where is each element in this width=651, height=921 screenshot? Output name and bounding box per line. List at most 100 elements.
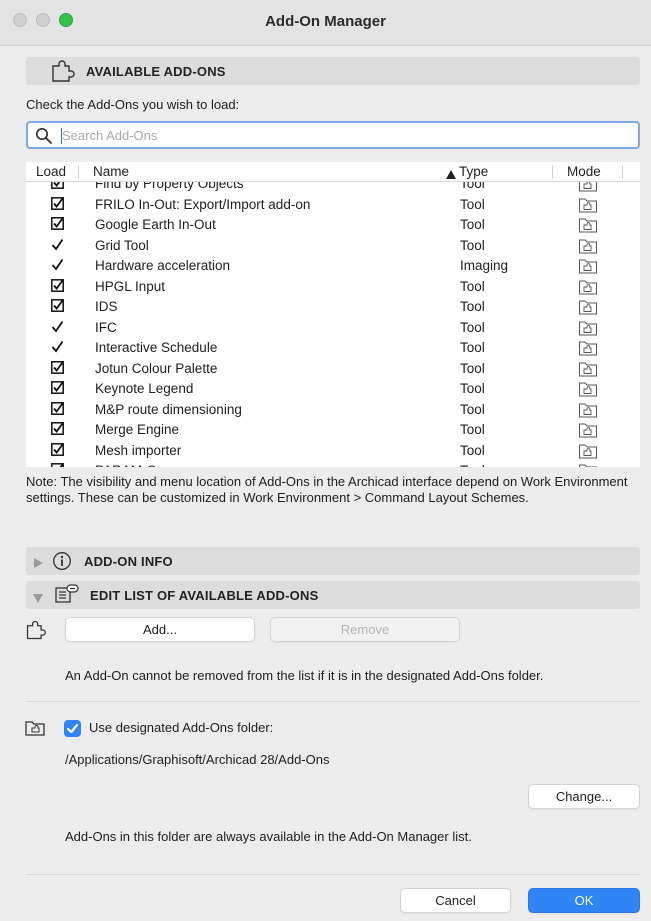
load-checkbox[interactable] xyxy=(51,422,64,439)
change-button[interactable]: Change... xyxy=(528,784,640,809)
table-row[interactable]: Hardware acceleration Imaging xyxy=(26,256,640,277)
addon-type: Tool xyxy=(460,422,485,437)
table-row[interactable]: Keynote Legend Tool xyxy=(26,379,640,400)
load-checkbox[interactable] xyxy=(51,401,64,419)
divider xyxy=(26,874,640,875)
remove-note: An Add-On cannot be removed from the lis… xyxy=(65,668,544,683)
search-input[interactable]: Search Add-Ons xyxy=(62,128,157,143)
add-button[interactable]: Add... xyxy=(65,617,255,642)
load-checkbox[interactable] xyxy=(51,278,64,296)
addon-name: Google Earth In-Out xyxy=(95,217,216,232)
edit-list-icon xyxy=(54,584,80,609)
checkmark-icon[interactable] xyxy=(51,340,64,357)
table-row[interactable]: Interactive Schedule Tool xyxy=(26,338,640,359)
edit-list-title: EDIT LIST OF AVAILABLE ADD-ONS xyxy=(90,588,319,603)
search-icon xyxy=(35,127,53,148)
addon-name: HPGL Input xyxy=(95,278,166,294)
table-row[interactable]: Jotun Colour Palette Tool xyxy=(26,359,640,380)
addon-info-title: ADD-ON INFO xyxy=(84,554,173,569)
addon-name: Keynote Legend xyxy=(95,381,194,396)
window-title: Add-On Manager xyxy=(265,13,386,30)
column-separator xyxy=(622,165,623,179)
addon-type: Tool xyxy=(460,217,485,232)
load-checkbox[interactable] xyxy=(51,299,64,316)
addon-type: Tool xyxy=(460,340,485,355)
addon-type: Tool xyxy=(460,196,485,212)
info-icon xyxy=(52,551,72,574)
addon-type: Imaging xyxy=(460,258,509,273)
table-row[interactable]: Grid Tool Tool xyxy=(26,236,640,257)
addon-type: Tool xyxy=(460,299,485,314)
table-row[interactable]: IFC Tool xyxy=(26,318,640,339)
table-row[interactable]: Merge Engine Tool xyxy=(26,420,640,441)
mode-folder-icon xyxy=(578,238,598,257)
addon-folder-icon xyxy=(25,719,45,740)
use-folder-checkbox[interactable] xyxy=(64,720,81,737)
checkmark-icon[interactable] xyxy=(51,238,64,255)
mode-folder-icon xyxy=(578,361,598,380)
load-checkbox[interactable] xyxy=(51,381,64,398)
checkmark-icon[interactable] xyxy=(51,320,64,337)
checkmark-icon[interactable] xyxy=(51,258,64,275)
addon-type: Tool xyxy=(460,278,485,294)
disclosure-expanded-icon[interactable] xyxy=(33,591,43,606)
addon-type: Tool xyxy=(460,463,485,467)
column-name[interactable]: Name xyxy=(93,164,129,179)
table-rows: Find by Property Objects Tool FRILO In-Out… xyxy=(26,174,640,467)
mode-folder-icon xyxy=(578,258,598,277)
use-folder-label[interactable]: Use designated Add-Ons folder: xyxy=(89,720,273,735)
remove-button[interactable]: Remove xyxy=(270,617,460,642)
load-checkbox[interactable] xyxy=(51,360,64,378)
mode-folder-icon xyxy=(578,217,598,236)
add-on-manager-window: Add-On Manager AVAILABLE ADD-ONS Check t… xyxy=(0,0,651,921)
edit-list-header[interactable]: EDIT LIST OF AVAILABLE ADD-ONS xyxy=(26,581,640,609)
checkmark-icon xyxy=(66,723,79,734)
load-checkbox[interactable] xyxy=(51,217,64,234)
table-row[interactable]: Mesh importer Tool xyxy=(26,441,640,462)
ok-button[interactable]: OK xyxy=(528,888,640,913)
addons-table[interactable]: Load Name Type Mode Find by Property Obj… xyxy=(26,162,640,467)
table-row[interactable]: M&P route dimensioning Tool xyxy=(26,400,640,421)
load-checkbox[interactable] xyxy=(51,196,64,214)
column-separator xyxy=(552,165,553,179)
addon-name: PARAM-O xyxy=(95,463,157,467)
addon-name: Merge Engine xyxy=(95,422,180,437)
table-row[interactable]: HPGL Input Tool xyxy=(26,277,640,298)
mode-folder-icon xyxy=(578,197,598,216)
load-checkbox[interactable] xyxy=(51,463,64,467)
addon-type: Tool xyxy=(460,381,485,396)
available-addons-header: AVAILABLE ADD-ONS xyxy=(26,57,640,85)
addon-name: FRILO In-Out: Export/Import add-on xyxy=(95,196,311,212)
table-row[interactable]: FRILO In-Out: Export/Import add-on Tool xyxy=(26,195,640,216)
addon-name: Interactive Schedule xyxy=(95,340,218,355)
mode-folder-icon xyxy=(578,279,598,298)
table-row[interactable]: PARAM-O Tool xyxy=(26,461,640,467)
mode-folder-icon xyxy=(578,402,598,421)
column-load[interactable]: Load xyxy=(36,164,66,179)
column-type[interactable]: Type xyxy=(459,164,488,179)
mode-folder-icon xyxy=(578,463,598,467)
addon-info-header[interactable]: ADD-ON INFO xyxy=(26,547,640,575)
column-mode[interactable]: Mode xyxy=(567,164,601,179)
table-row[interactable]: Google Earth In-Out Tool xyxy=(26,215,640,236)
addon-name: Hardware acceleration xyxy=(95,258,231,273)
table-header: Load Name Type Mode xyxy=(26,162,640,182)
mode-folder-icon xyxy=(578,422,598,441)
visibility-note: Note: The visibility and menu location o… xyxy=(26,474,628,505)
instruction-text: Check the Add-Ons you wish to load: xyxy=(26,97,240,112)
mode-folder-icon xyxy=(578,299,598,318)
table-row[interactable]: IDS Tool xyxy=(26,297,640,318)
sort-ascending-icon xyxy=(446,167,456,182)
search-field[interactable]: Search Add-Ons xyxy=(26,121,640,149)
mode-folder-icon xyxy=(578,381,598,400)
addon-name: M&P route dimensioning xyxy=(95,401,242,417)
load-checkbox[interactable] xyxy=(51,442,64,460)
addon-type: Tool xyxy=(460,319,485,335)
folder-note: Add-Ons in this folder are always availa… xyxy=(65,829,472,844)
folder-path: /Applications/Graphisoft/Archicad 28/Add… xyxy=(65,752,330,767)
disclosure-collapsed-icon[interactable] xyxy=(34,556,43,571)
cancel-button[interactable]: Cancel xyxy=(400,888,511,913)
title-bar: Add-On Manager xyxy=(0,0,651,46)
puzzle-icon xyxy=(25,619,47,644)
addon-type: Tool xyxy=(460,401,485,417)
